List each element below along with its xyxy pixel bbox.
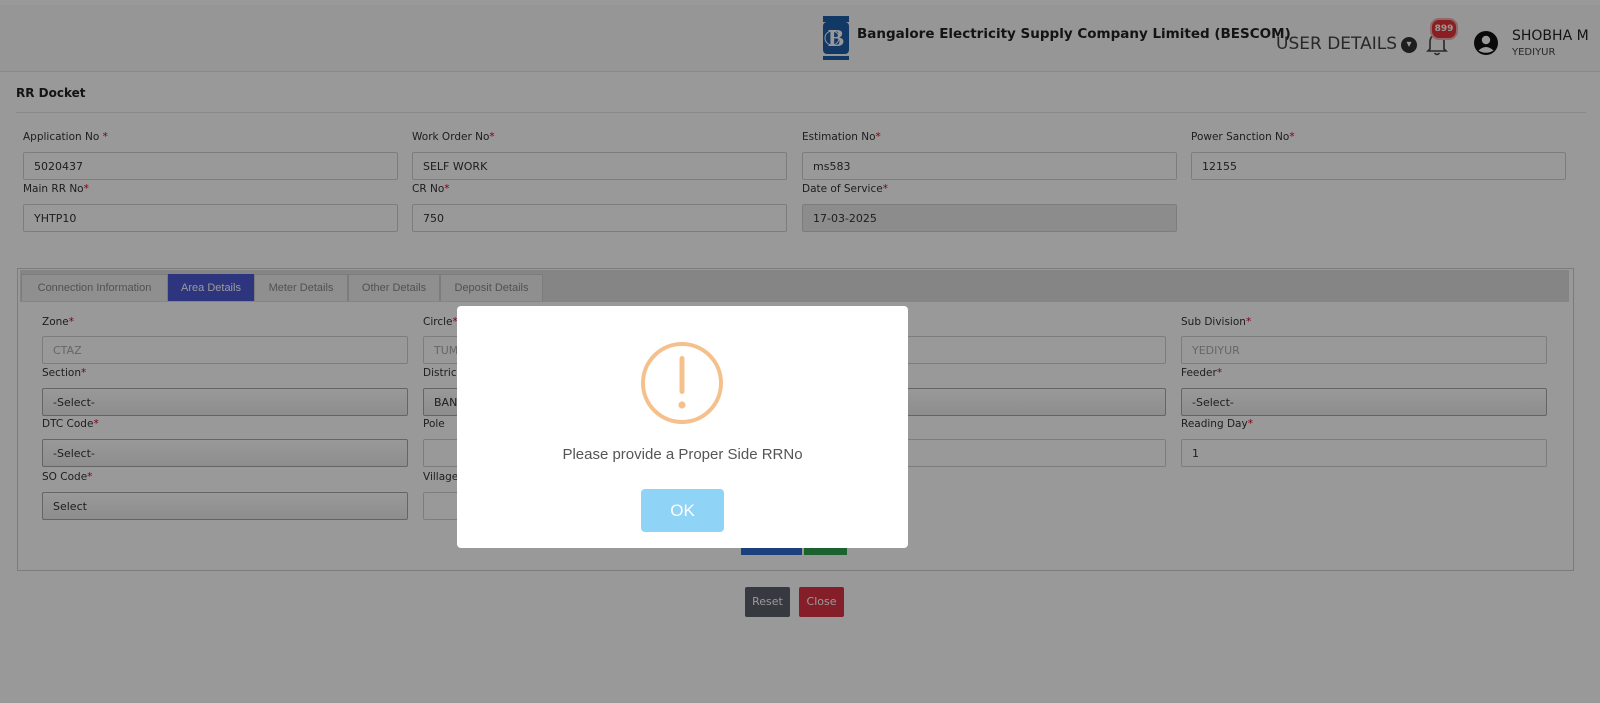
ok-button[interactable]: OK xyxy=(641,489,724,532)
warning-icon xyxy=(641,342,723,424)
modal-message: Please provide a Proper Side RRNo xyxy=(562,446,803,463)
